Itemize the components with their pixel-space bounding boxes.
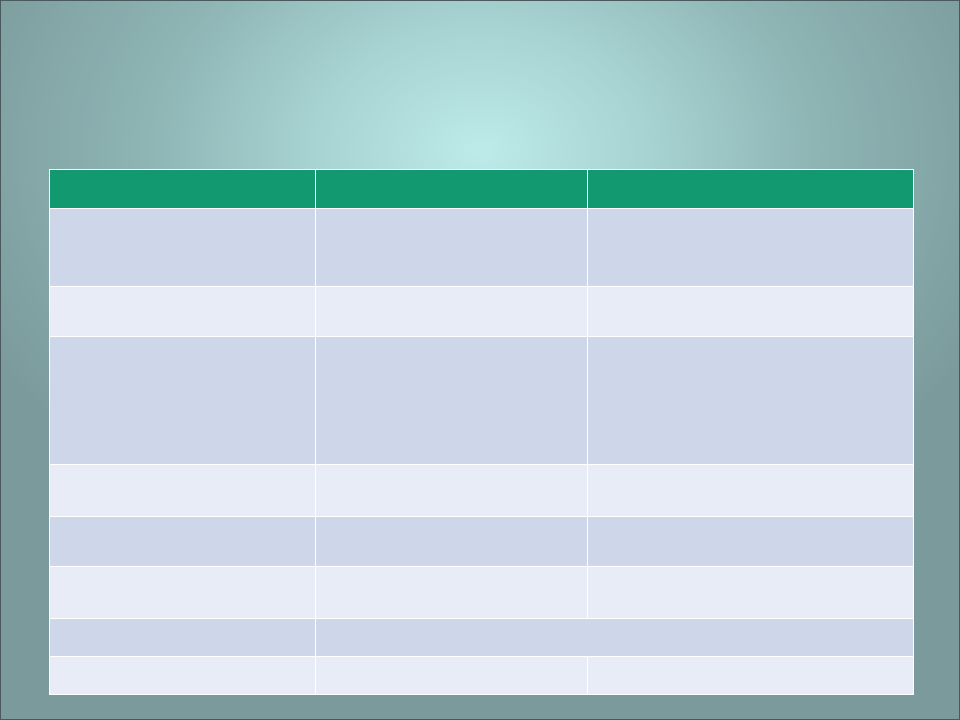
table-cell — [587, 516, 914, 567]
table-row — [49, 566, 914, 619]
table-row — [49, 618, 914, 657]
table-cell — [49, 464, 316, 517]
table-header-row — [49, 169, 914, 209]
table-row — [49, 336, 914, 465]
table-cell — [49, 336, 316, 465]
table-cell — [315, 566, 588, 619]
header-cell-3 — [587, 169, 914, 209]
header-cell-2 — [315, 169, 588, 209]
table-cell — [587, 566, 914, 619]
table-cell-merged — [315, 618, 914, 657]
table-row — [49, 286, 914, 337]
table-cell — [49, 516, 316, 567]
table-cell — [587, 208, 914, 287]
table-cell — [587, 464, 914, 517]
table-cell — [587, 286, 914, 337]
table-cell — [315, 208, 588, 287]
table-cell — [49, 656, 316, 695]
table-cell — [315, 336, 588, 465]
slide — [0, 0, 960, 720]
table-row — [49, 516, 914, 567]
table-cell — [49, 566, 316, 619]
table-row — [49, 464, 914, 517]
table-cell — [315, 656, 588, 695]
table-cell — [315, 286, 588, 337]
table-cell — [49, 208, 316, 287]
table-cell — [49, 286, 316, 337]
table-cell — [587, 336, 914, 465]
table-row — [49, 656, 914, 695]
table-cell — [315, 516, 588, 567]
table-cell — [587, 656, 914, 695]
table-cell — [315, 464, 588, 517]
table-row — [49, 208, 914, 287]
data-table — [49, 169, 914, 695]
table-cell — [49, 618, 316, 657]
header-cell-1 — [49, 169, 316, 209]
